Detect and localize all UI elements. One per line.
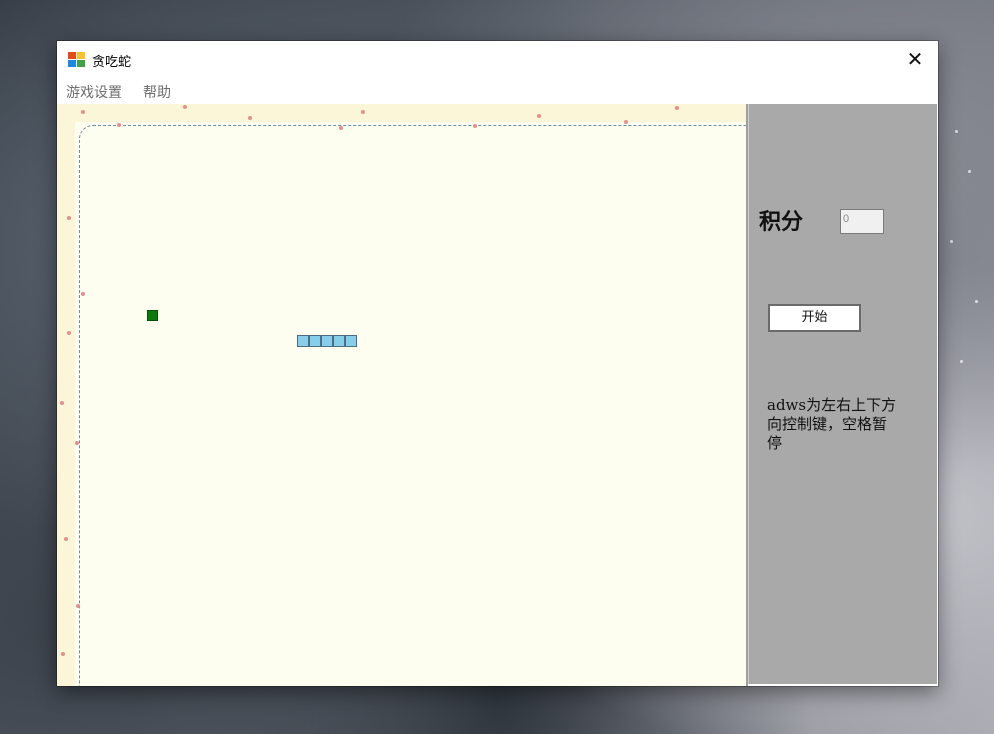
border-dot bbox=[473, 124, 477, 128]
window-title: 贪吃蛇 bbox=[92, 55, 132, 70]
border-dot bbox=[81, 292, 85, 296]
desktop-sparkle bbox=[955, 130, 958, 133]
border-dot bbox=[117, 123, 121, 127]
title-bar[interactable]: 贪吃蛇 ✕ bbox=[57, 41, 938, 78]
border-dot bbox=[64, 537, 68, 541]
desktop-sparkle bbox=[968, 170, 971, 173]
app-icon bbox=[68, 52, 85, 67]
border-dot bbox=[75, 441, 79, 445]
border-dot bbox=[339, 126, 343, 130]
border-dot bbox=[81, 110, 85, 114]
snake-segment bbox=[309, 335, 321, 347]
snake-segment bbox=[321, 335, 333, 347]
border-dot bbox=[624, 120, 628, 124]
border-dot bbox=[67, 216, 71, 220]
border-dot bbox=[67, 331, 71, 335]
border-dot bbox=[76, 604, 80, 608]
border-dot bbox=[61, 652, 65, 656]
desktop-sparkle bbox=[960, 360, 963, 363]
border-dot bbox=[248, 116, 252, 120]
snake-segment bbox=[345, 335, 357, 347]
controls-help-text: adws为左右上下方向控制键，空格暂停 bbox=[767, 396, 897, 452]
snake-segment bbox=[333, 335, 345, 347]
menu-bar: 游戏设置 帮助 bbox=[57, 78, 938, 104]
game-window: 贪吃蛇 ✕ 游戏设置 帮助 积分 0 开始 adws为左右上下方向控制键，空格暂… bbox=[57, 41, 938, 686]
border-dot bbox=[361, 110, 365, 114]
food-pellet bbox=[147, 310, 158, 321]
menu-item-help[interactable]: 帮助 bbox=[143, 82, 171, 102]
border-dot bbox=[675, 106, 679, 110]
border-dot bbox=[537, 114, 541, 118]
board-dashed-frame bbox=[79, 125, 746, 686]
score-label: 积分 bbox=[759, 209, 804, 235]
desktop-sparkle bbox=[975, 300, 978, 303]
menu-item-game-settings[interactable]: 游戏设置 bbox=[66, 82, 122, 102]
score-field[interactable]: 0 bbox=[840, 209, 884, 234]
board-border-left bbox=[57, 104, 75, 686]
board-border-top bbox=[57, 104, 746, 122]
desktop-sparkle bbox=[950, 240, 953, 243]
border-dot bbox=[183, 105, 187, 109]
side-panel: 积分 0 开始 adws为左右上下方向控制键，空格暂停 bbox=[748, 104, 937, 684]
game-board[interactable] bbox=[57, 104, 748, 686]
close-button[interactable]: ✕ bbox=[892, 41, 938, 78]
border-dot bbox=[60, 401, 64, 405]
snake-segment bbox=[297, 335, 309, 347]
start-button[interactable]: 开始 bbox=[768, 304, 861, 332]
